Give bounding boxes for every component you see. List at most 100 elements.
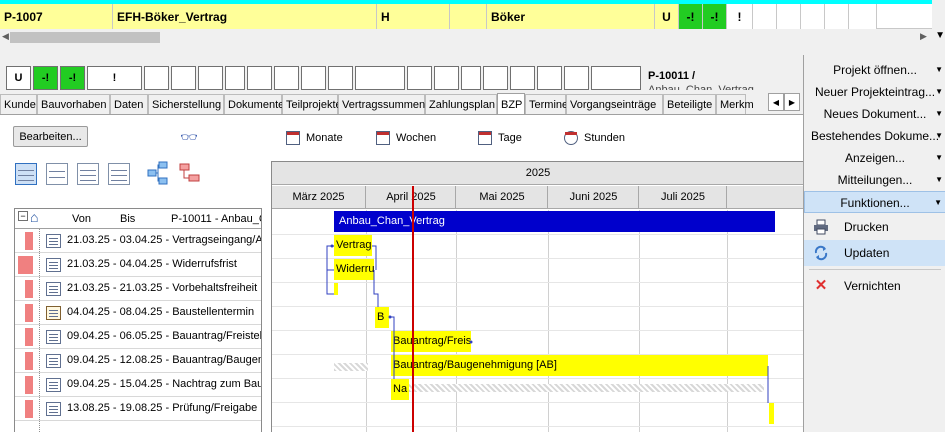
tab-zahlungsplan[interactable]: Zahlungsplan xyxy=(425,94,497,114)
tab-merkm[interactable]: Merkm xyxy=(716,94,754,114)
cell-flag-green-2[interactable]: -! xyxy=(703,4,727,29)
menu-item[interactable]: Anzeigen... ▼ xyxy=(804,147,945,169)
view-split-icon[interactable] xyxy=(46,163,68,185)
tab-bar: Kunde Bauvorhaben Daten Sicherstellung Dokum… xyxy=(0,93,803,115)
cell-flag-green-1[interactable]: -! xyxy=(679,4,703,29)
task-row[interactable]: 21.03.25 - 03.04.25 - Vertragseingang/A xyxy=(15,229,261,253)
cell-blank[interactable] xyxy=(825,4,849,29)
tab-termine[interactable]: Termine xyxy=(525,94,568,114)
task-row[interactable]: 09.04.25 - 12.08.25 - Bauantrag/Baugen xyxy=(15,349,261,373)
col-to[interactable]: Bis xyxy=(120,213,135,225)
submenu-arrow-icon: ▼ xyxy=(935,131,943,140)
tab-vorgangseintr-ge[interactable]: Vorgangseinträge xyxy=(566,94,663,114)
edit-button[interactable]: Bearbeiten... xyxy=(13,126,88,147)
scroll-left-icon[interactable]: ◀ xyxy=(2,31,9,42)
task-row[interactable]: 21.03.25 - 21.03.25 - Vorbehaltsfreiheit xyxy=(15,277,261,301)
menu-item[interactable]: Neuer Projekteintrag... ▼ xyxy=(804,81,945,103)
scale-months-label: Monate xyxy=(306,132,343,144)
status-u: U xyxy=(6,66,31,90)
task-row-text: 21.03.25 - 03.04.25 - Vertragseingang/A xyxy=(67,234,262,246)
menu-item-label: Bestehendes Dokume... xyxy=(810,129,940,143)
tab-kunde[interactable]: Kunde xyxy=(0,94,37,114)
task-icon xyxy=(46,330,61,344)
tab-dokumente[interactable]: Dokumente xyxy=(224,94,284,114)
scale-months-button[interactable]: Monate xyxy=(286,131,343,145)
chevron-down-icon[interactable]: ▼ xyxy=(935,30,945,41)
dependency-icon[interactable] xyxy=(178,161,202,183)
scroll-right-icon[interactable]: ▶ xyxy=(920,31,927,42)
cell-type[interactable]: H xyxy=(377,4,450,29)
cell-flag-ex[interactable]: ! xyxy=(727,4,753,29)
task-row-text: 09.04.25 - 12.08.25 - Bauantrag/Baugen xyxy=(67,354,262,366)
menu-destroy[interactable]: ✕ Vernichten xyxy=(804,273,945,299)
task-icon xyxy=(46,354,61,368)
task-row[interactable]: 13.08.25 - 19.08.25 - Prüfung/Freigabe E xyxy=(15,397,261,421)
collapse-icon[interactable]: − xyxy=(18,211,28,221)
gantt-chart[interactable]: 2025 März 2025 April 2025 Mai 2025 Juni 202… xyxy=(271,161,803,432)
menu-item-label: Mitteilungen... xyxy=(837,173,913,187)
status-empty xyxy=(301,66,326,90)
menu-item[interactable]: Projekt öffnen... ▼ xyxy=(804,59,945,81)
tab-vertragssummen[interactable]: Vertragssummen xyxy=(338,94,425,114)
col-from[interactable]: Von xyxy=(72,213,91,225)
project-grid-row[interactable]: P-1007 EFH-Böker_Vertrag H Böker U -! -!… xyxy=(0,4,932,29)
task-icon xyxy=(46,258,61,272)
scale-hours-label: Stunden xyxy=(584,132,625,144)
cell-empty[interactable] xyxy=(450,4,487,29)
cell-blank[interactable] xyxy=(801,4,825,29)
tab-scroll-right-icon[interactable]: ▶ xyxy=(784,93,800,111)
menu-item[interactable]: Funktionen... ▼ xyxy=(804,191,945,213)
task-list: − ⌂ Von Bis P-10011 - Anbau_C 21.03.25 -… xyxy=(14,208,262,432)
status-empty xyxy=(144,66,169,90)
task-row[interactable]: 09.04.25 - 15.04.25 - Nachtrag zum Bau xyxy=(15,373,261,397)
tab-scroll-left-icon[interactable]: ◀ xyxy=(768,93,784,111)
col-name[interactable]: P-10011 - Anbau_C xyxy=(171,213,261,225)
tab-sicherstellung[interactable]: Sicherstellung xyxy=(148,94,224,114)
task-row-text: 09.04.25 - 06.05.25 - Bauantrag/Freistel… xyxy=(67,330,262,342)
view-table-icon[interactable] xyxy=(77,163,99,185)
status-empty xyxy=(461,66,481,90)
tab-bauvorhaben[interactable]: Bauvorhaben xyxy=(37,94,110,114)
submenu-arrow-icon: ▼ xyxy=(935,87,943,96)
network-diagram-icon[interactable] xyxy=(147,161,175,185)
menu-print[interactable]: Drucken xyxy=(804,214,945,240)
menu-item[interactable]: Mitteilungen... ▼ xyxy=(804,169,945,191)
cell-blank[interactable] xyxy=(777,4,801,29)
tab-teilprojekte[interactable]: Teilprojekte xyxy=(282,94,342,114)
horizontal-scrollbar[interactable]: ◀ ▶ xyxy=(0,29,932,46)
tab-bzp[interactable]: BZP xyxy=(497,93,525,115)
task-row-text: 13.08.25 - 19.08.25 - Prüfung/Freigabe E xyxy=(67,402,262,414)
tab-daten[interactable]: Daten xyxy=(110,94,148,114)
cell-flag-u[interactable]: U xyxy=(655,4,679,29)
bzp-panel: Bearbeiten... 👓︎ Monate Wochen Tage Stun… xyxy=(0,114,803,432)
cell-project-no[interactable]: P-1007 xyxy=(0,4,113,29)
task-row-text: 09.04.25 - 15.04.25 - Nachtrag zum Bau xyxy=(67,378,262,390)
menu-update[interactable]: Updaten xyxy=(804,240,945,266)
cell-project-name[interactable]: EFH-Böker_Vertrag xyxy=(113,4,377,29)
view-gantt-list-icon[interactable] xyxy=(15,163,37,185)
scale-hours-button[interactable]: Stunden xyxy=(564,131,625,145)
scrollbar-thumb[interactable] xyxy=(10,32,160,43)
menu-update-label: Updaten xyxy=(844,246,890,260)
view-grid-icon[interactable] xyxy=(108,163,130,185)
status-empty xyxy=(171,66,196,90)
scale-weeks-button[interactable]: Wochen xyxy=(376,131,436,145)
task-row[interactable]: 04.04.25 - 08.04.25 - Baustellentermin xyxy=(15,301,261,325)
task-row[interactable]: 09.04.25 - 06.05.25 - Bauantrag/Freistel… xyxy=(15,325,261,349)
task-row[interactable]: 21.03.25 - 04.04.25 - Widerrufsfrist xyxy=(15,253,261,277)
tab-beteiligte[interactable]: Beteiligte xyxy=(663,94,716,114)
project-name-label: Anbau_Chan_Vertrag xyxy=(648,84,754,90)
menu-item[interactable]: Bestehendes Dokume... ▼ xyxy=(804,125,945,147)
project-id-label: P-10011 / xyxy=(648,70,696,82)
cell-blank[interactable] xyxy=(849,4,877,29)
cell-client[interactable]: Böker xyxy=(487,4,655,29)
cell-blank[interactable] xyxy=(753,4,777,29)
menu-item[interactable]: Neues Dokument... ▼ xyxy=(804,103,945,125)
status-ex: ! xyxy=(87,66,142,90)
menu-print-label: Drucken xyxy=(844,220,889,234)
glasses-icon[interactable]: 👓︎ xyxy=(180,129,198,146)
status-empty xyxy=(225,66,245,90)
printer-icon xyxy=(814,219,828,235)
menu-item-label: Funktionen... xyxy=(840,196,910,210)
scale-days-button[interactable]: Tage xyxy=(478,131,522,145)
